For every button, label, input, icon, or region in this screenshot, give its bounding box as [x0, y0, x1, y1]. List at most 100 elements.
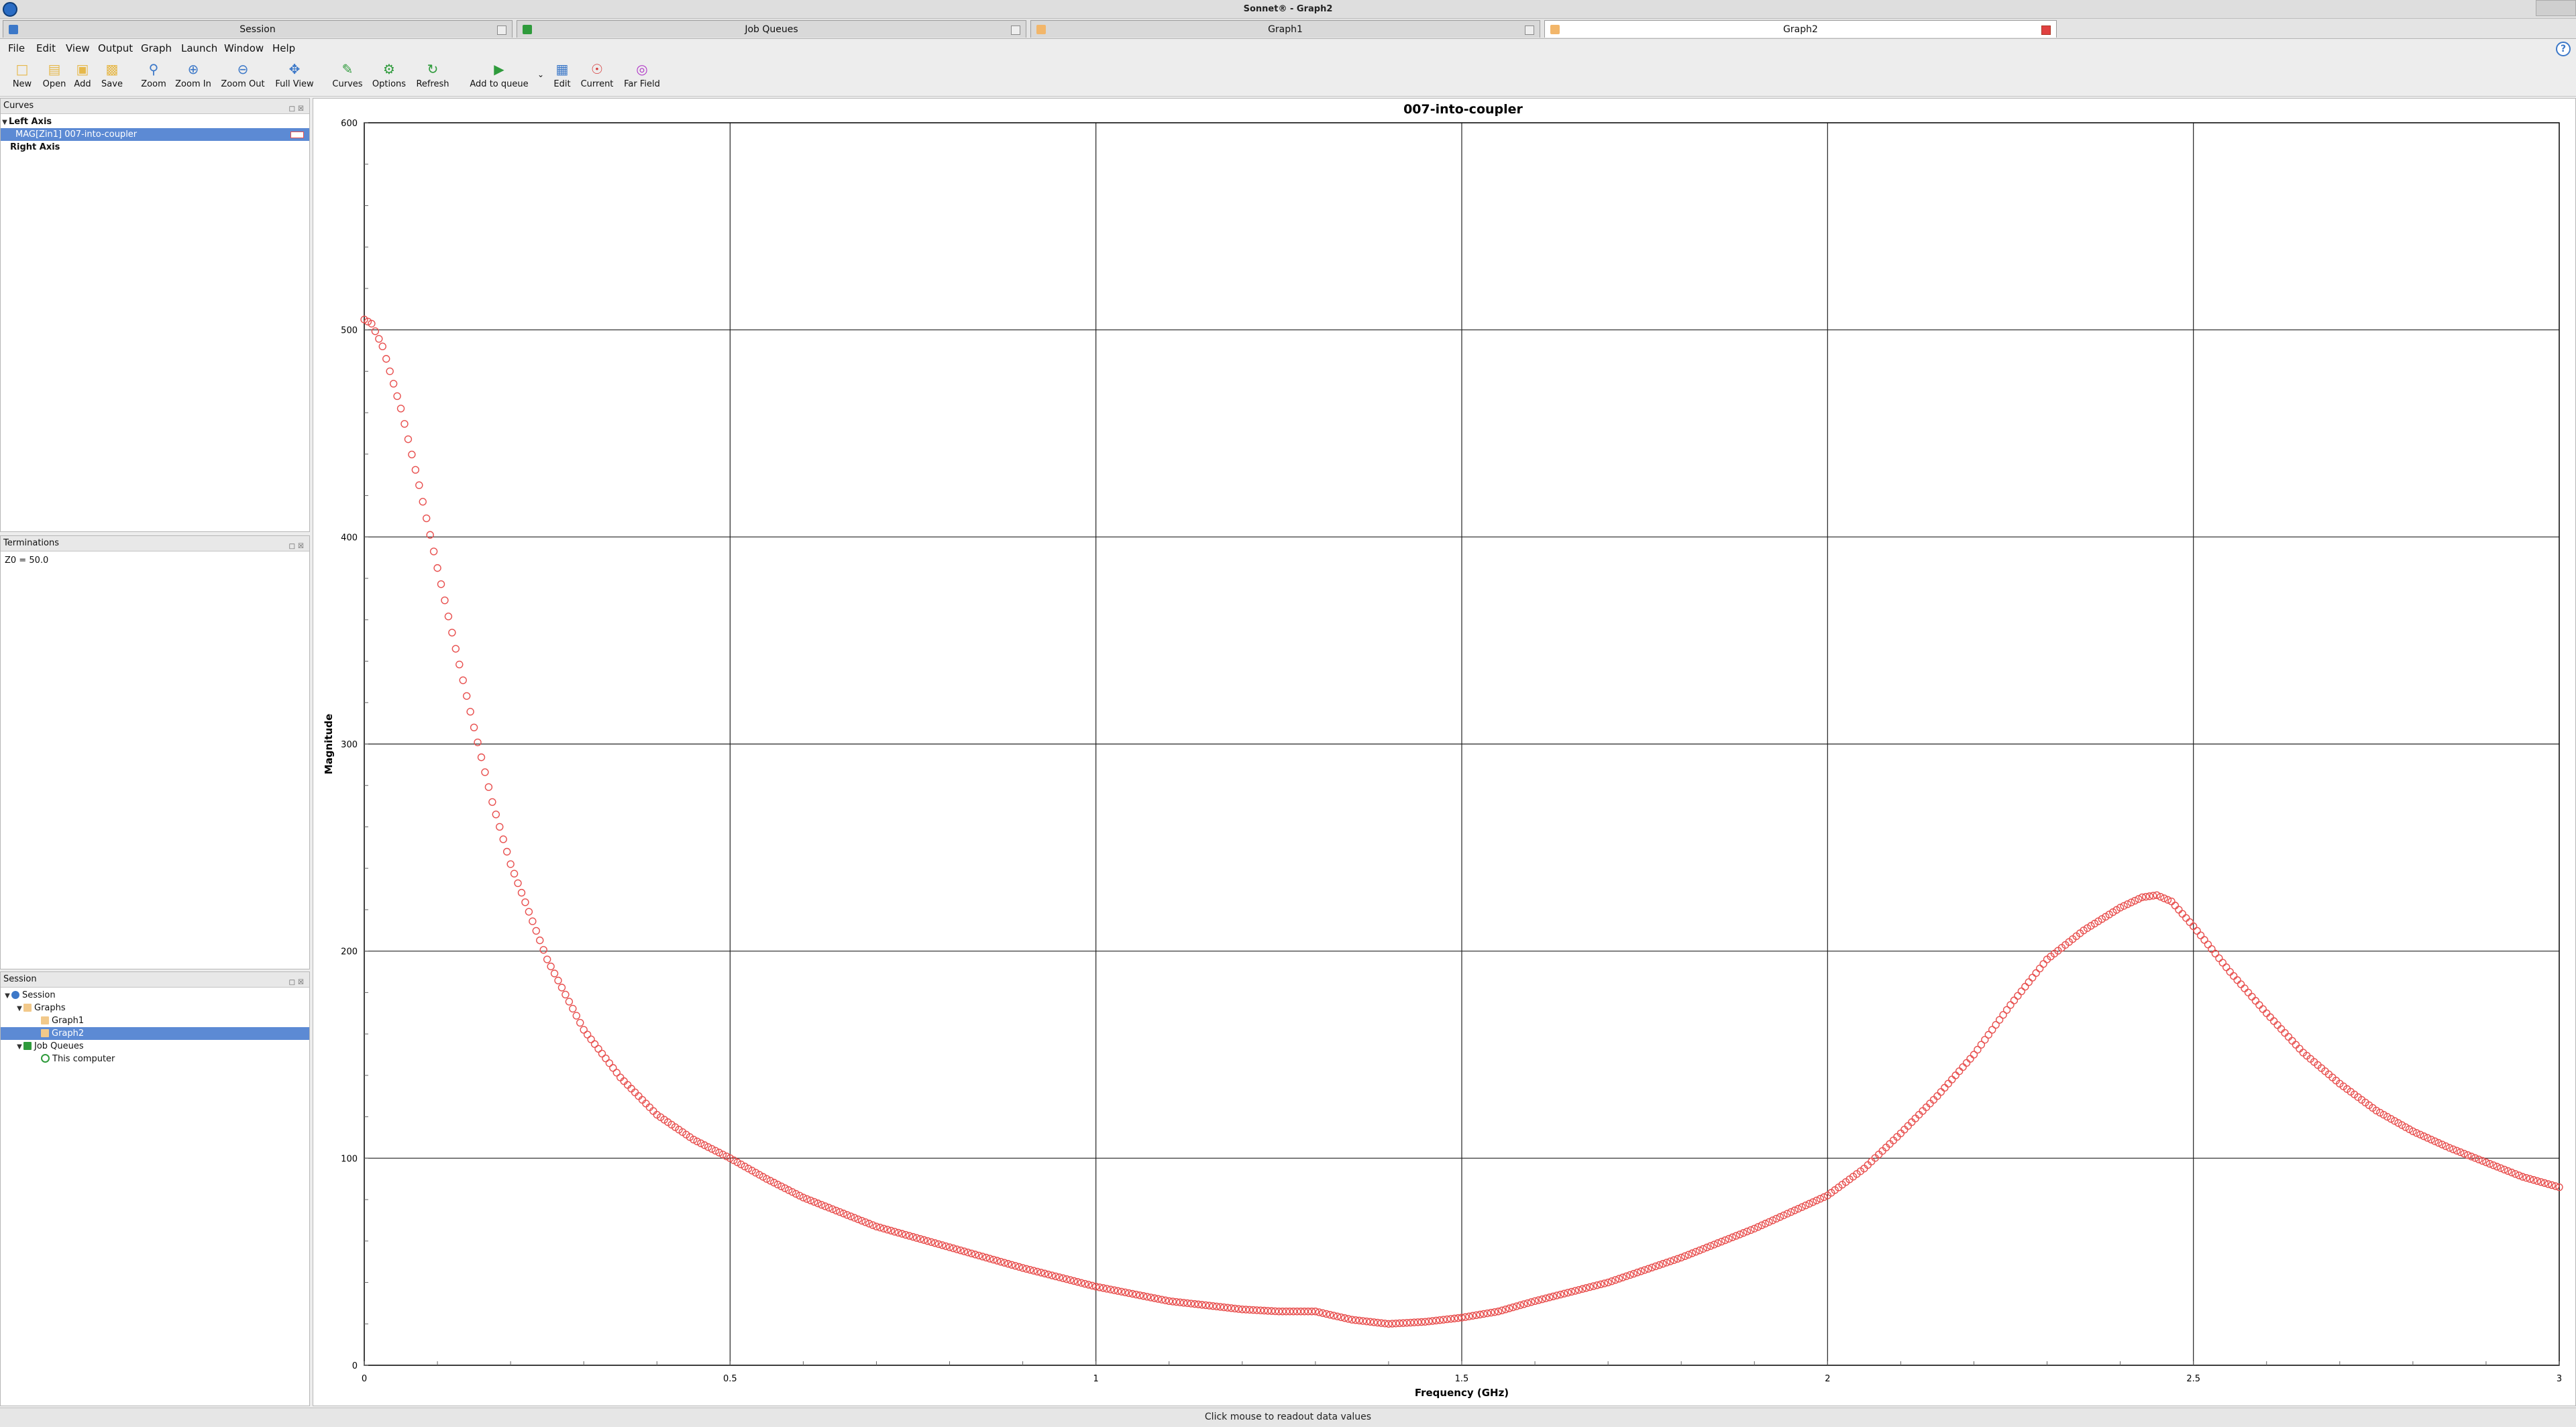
- right-axis-node[interactable]: Right Axis: [1, 141, 309, 154]
- tab-graph2[interactable]: Graph2: [1544, 20, 2057, 38]
- refresh-button[interactable]: ↻ Refresh: [412, 60, 453, 94]
- data-point: [550, 969, 559, 977]
- menu-file[interactable]: File: [8, 39, 25, 58]
- data-point: [547, 962, 555, 971]
- session-panel-header: Session □☒: [1, 972, 309, 988]
- menu-edit[interactable]: Edit: [36, 39, 56, 58]
- data-point: [598, 1049, 606, 1058]
- data-point: [2259, 1005, 2267, 1013]
- data-point: [2017, 987, 2026, 996]
- data-point: [2244, 988, 2253, 997]
- tab-session[interactable]: Session: [3, 20, 513, 38]
- x-axis-label: Frequency (GHz): [1415, 1387, 1509, 1399]
- data-point: [1959, 1063, 1967, 1071]
- data-point: [2215, 954, 2223, 962]
- data-point: [638, 1096, 647, 1104]
- menu-output[interactable]: Output: [98, 39, 133, 58]
- close-icon[interactable]: [2041, 25, 2051, 35]
- current-button[interactable]: ☉ Current: [578, 60, 616, 94]
- add-to-queue-icon: ▶: [494, 61, 504, 77]
- close-icon[interactable]: [1011, 25, 1020, 35]
- computer-check-icon: [41, 1054, 50, 1063]
- data-point: [2255, 1001, 2263, 1009]
- data-point: [1955, 1067, 1964, 1075]
- save-button[interactable]: ▩ Save: [97, 60, 127, 94]
- data-point: [462, 692, 471, 700]
- zoom-in-button[interactable]: ⊕ Zoom In: [172, 60, 215, 94]
- data-point: [2288, 1037, 2296, 1045]
- folder-icon: [23, 1004, 32, 1012]
- data-point: [645, 1103, 654, 1112]
- curve-item[interactable]: MAG[Zin1] 007-into-coupler: [1, 128, 309, 141]
- far-field-button[interactable]: ◎ Far Field: [620, 60, 664, 94]
- window-controls[interactable]: [2536, 0, 2576, 16]
- x-axis-ticks: 0 0.5 1 1.5 2 2.5 3: [362, 1361, 2562, 1384]
- chevron-down-icon[interactable]: ▼: [1, 116, 9, 129]
- graph-area[interactable]: 007-into-coupler 0 100 200 300 400 500 600 0 0.…: [313, 98, 2576, 1406]
- new-button[interactable]: □ New: [5, 60, 39, 94]
- options-icon: ⚙: [383, 61, 395, 77]
- chart[interactable]: 007-into-coupler 0 100 200 300 400 500 600 0 0.…: [313, 99, 2575, 1406]
- data-point: [649, 1107, 657, 1115]
- data-point: [2233, 976, 2241, 984]
- data-point: [474, 738, 482, 747]
- add-to-queue-button[interactable]: ▶ Add to queue: [467, 60, 531, 94]
- left-axis-node[interactable]: ▼ Left Axis: [1, 115, 309, 128]
- zoom-out-button[interactable]: ⊖ Zoom Out: [219, 60, 267, 94]
- data-point: [554, 976, 562, 985]
- open-button[interactable]: ▤ Open: [38, 60, 71, 94]
- tab-job-queues[interactable]: Job Queues: [517, 20, 1026, 38]
- data-point: [616, 1073, 625, 1081]
- tree-item-session[interactable]: ▼ Session: [1, 989, 309, 1002]
- chevron-down-icon[interactable]: ▼: [15, 1002, 23, 1015]
- x-tick-label: 2.5: [2186, 1374, 2200, 1384]
- data-point: [576, 1018, 584, 1027]
- menu-graph[interactable]: Graph: [141, 39, 172, 58]
- full-view-button[interactable]: ✥ Full View: [272, 60, 317, 94]
- edit-button[interactable]: ▦ Edit: [549, 60, 576, 94]
- tab-graph1[interactable]: Graph1: [1030, 20, 1540, 38]
- data-point: [437, 580, 445, 588]
- tab-graph1-label: Graph1: [1268, 24, 1303, 35]
- data-point: [1919, 1107, 1927, 1115]
- tree-item-graph1[interactable]: Graph1: [1, 1014, 309, 1027]
- data-point: [2277, 1025, 2286, 1033]
- close-icon[interactable]: [1525, 25, 1534, 35]
- data-point: [2281, 1028, 2289, 1037]
- data-point: [2039, 960, 2047, 968]
- title-bar: Sonnet® - Graph2: [0, 0, 2576, 19]
- options-button[interactable]: ⚙ Options: [369, 60, 409, 94]
- data-point: [2248, 992, 2256, 1001]
- menu-view[interactable]: View: [66, 39, 90, 58]
- add-button[interactable]: ▣ Add: [67, 60, 98, 94]
- tree-item-this-computer[interactable]: This computer: [1, 1053, 309, 1065]
- close-icon[interactable]: [497, 25, 506, 35]
- zoom-button[interactable]: ⚲ Zoom: [137, 60, 170, 94]
- data-point: [543, 955, 551, 963]
- chevron-down-icon[interactable]: ▼: [3, 990, 11, 1002]
- data-point: [561, 990, 570, 999]
- data-point: [2226, 967, 2234, 976]
- x-tick-label: 3: [2557, 1374, 2562, 1384]
- data-point: [510, 869, 519, 878]
- data-point: [2266, 1013, 2274, 1021]
- help-icon[interactable]: ?: [2556, 42, 2571, 56]
- tree-item-graph2[interactable]: Graph2: [1, 1027, 309, 1040]
- menu-launch[interactable]: Launch: [181, 39, 217, 58]
- far-field-icon: ◎: [636, 61, 648, 77]
- x-tick-label: 1.5: [1455, 1374, 1469, 1384]
- curves-panel: Curves □☒ ▼ Left Axis MAG[Zin1] 007-into-…: [0, 98, 310, 532]
- tree-item-graphs[interactable]: ▼ Graphs: [1, 1002, 309, 1014]
- edit-icon: ▦: [555, 61, 569, 77]
- chevron-down-icon[interactable]: ▼: [15, 1041, 23, 1053]
- data-point: [466, 708, 474, 716]
- add-to-queue-dropdown[interactable]: ⌄: [534, 70, 547, 83]
- tree-item-job-queues[interactable]: ▼ Job Queues: [1, 1040, 309, 1053]
- session-panel: Session □☒ ▼ Session ▼ Graphs Graph1 Graph…: [0, 971, 310, 1406]
- data-point: [448, 629, 456, 637]
- data-point: [620, 1077, 628, 1086]
- data-point: [2237, 980, 2245, 988]
- menu-help[interactable]: Help: [272, 39, 295, 58]
- curves-button[interactable]: ✎ Curves: [329, 60, 366, 94]
- menu-window[interactable]: Window: [224, 39, 264, 58]
